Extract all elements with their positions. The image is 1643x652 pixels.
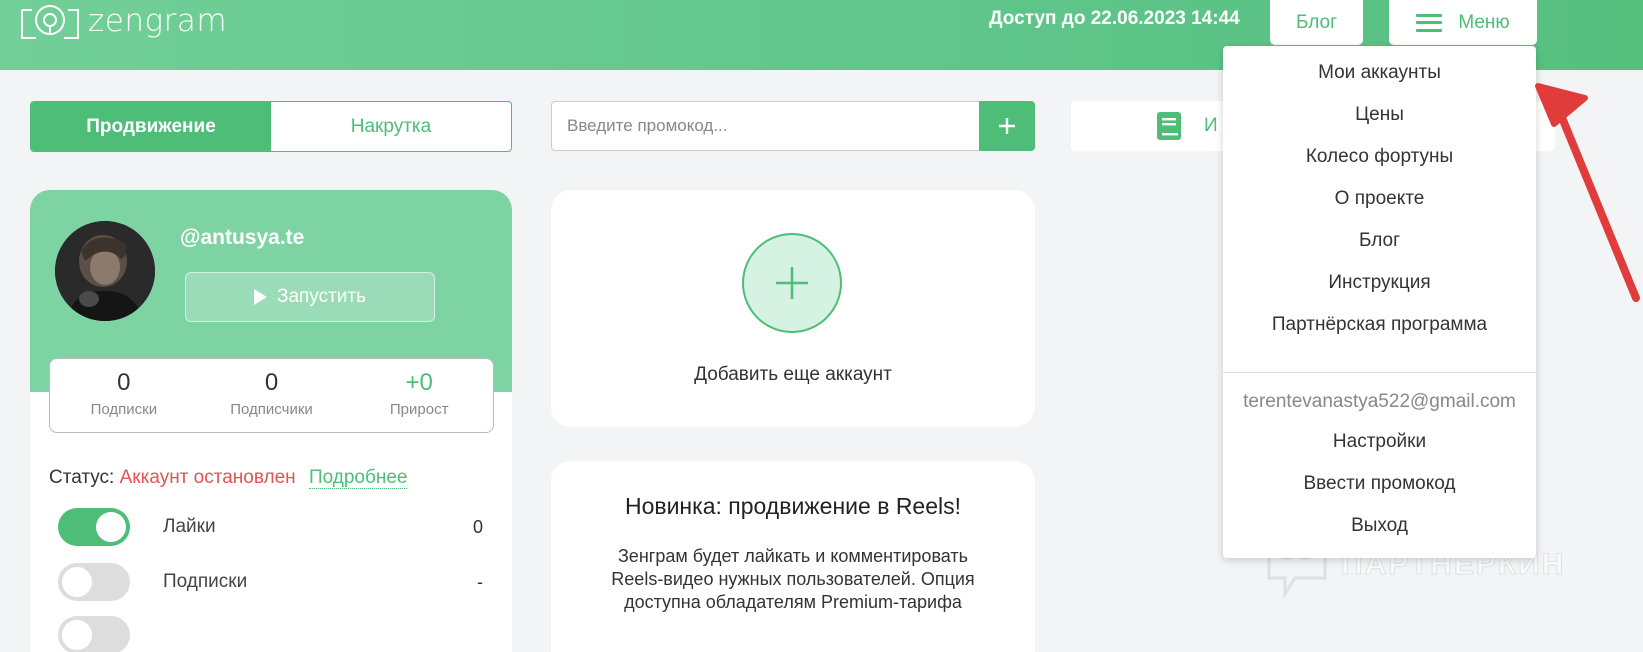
account-status: Статус: Аккаунт остановлен Подробнее	[49, 467, 408, 489]
likes-count: 0	[472, 516, 483, 537]
menu-item-instruction[interactable]: Инструкция	[1223, 272, 1536, 294]
play-icon	[253, 289, 267, 305]
plus-icon	[776, 267, 808, 299]
add-account-button[interactable]	[742, 233, 842, 333]
header-blog-button[interactable]: Блог	[1270, 0, 1363, 45]
stat-followers-label: Подписчики	[230, 401, 313, 418]
likes-toggle[interactable]	[58, 508, 130, 546]
stat-following: 0 Подписки	[50, 359, 198, 432]
add-account-label: Добавить еще аккаунт	[694, 364, 892, 385]
menu-item-settings[interactable]: Настройки	[1223, 431, 1536, 453]
menu-item-logout[interactable]: Выход	[1223, 515, 1536, 537]
stat-followers: 0 Подписчики	[198, 359, 346, 432]
menu-item-fortune-wheel[interactable]: Колесо фортуны	[1223, 146, 1536, 168]
header-menu-button[interactable]: Меню	[1389, 0, 1537, 45]
tab-promotion[interactable]: Продвижение	[31, 102, 271, 151]
menu-item-my-accounts[interactable]: Мои аккаунты	[1223, 62, 1536, 84]
annotation-arrow-icon	[1535, 83, 1640, 302]
header-menu-label: Меню	[1458, 11, 1510, 33]
stat-followers-value: 0	[264, 369, 279, 396]
mode-tabs: Продвижение Накрутка	[30, 101, 512, 152]
news-body: Зенграм будет лайкать и комментировать R…	[611, 546, 975, 612]
toggle-row-follows: Подписки -	[58, 563, 483, 601]
toggle-row-likes: Лайки 0	[58, 508, 483, 546]
avatar[interactable]	[55, 221, 155, 321]
follows-count: -	[477, 571, 483, 592]
stat-following-value: 0	[117, 369, 131, 396]
plus-icon	[999, 118, 1015, 134]
promo-code-input[interactable]	[551, 101, 979, 151]
start-button[interactable]: Запустить	[185, 272, 435, 322]
access-until-text: Доступ до 22.06.2023 14:44	[989, 8, 1240, 29]
logo-text: zengram	[88, 3, 228, 39]
news-title: Новинка: продвижение в Reels!	[624, 493, 962, 519]
header-blog-label: Блог	[1295, 11, 1338, 33]
stat-growth-label: Прирост	[389, 401, 449, 418]
menu-user-email: terentevanastya522@gmail.com	[1243, 391, 1516, 412]
instruction-label: И	[1204, 115, 1218, 136]
add-account-card[interactable]: Добавить еще аккаунт	[551, 190, 1035, 427]
start-button-label: Запустить	[276, 286, 367, 307]
menu-item-enter-promo[interactable]: Ввести промокод	[1223, 473, 1536, 495]
follows-toggle[interactable]	[58, 563, 130, 601]
logo[interactable]: zengram	[20, 0, 227, 42]
stat-growth: +0 Прирост	[345, 359, 493, 432]
menu-divider	[1223, 372, 1536, 373]
tab-boost[interactable]: Накрутка	[271, 102, 511, 151]
account-username: @antusya.te	[180, 226, 305, 249]
likes-toggle-label: Лайки	[163, 516, 216, 537]
next-toggle[interactable]	[58, 616, 130, 652]
account-card: @antusya.te Запустить 0 Подписки 0 Подпи…	[30, 190, 512, 652]
account-stats: 0 Подписки 0 Подписчики +0 Прирост	[49, 358, 494, 433]
status-value: Аккаунт остановлен	[119, 467, 296, 488]
hamburger-icon	[1416, 13, 1443, 32]
stat-growth-value: +0	[405, 369, 433, 396]
camera-logo-icon	[21, 5, 79, 39]
status-more-link[interactable]: Подробнее	[308, 467, 408, 489]
promo-code-form	[551, 101, 1035, 151]
avatar-photo	[55, 221, 155, 321]
stat-following-label: Подписки	[90, 401, 158, 418]
promo-apply-button[interactable]	[979, 101, 1035, 151]
book-icon	[1157, 112, 1181, 140]
follows-toggle-label: Подписки	[163, 571, 248, 592]
menu-item-affiliate[interactable]: Партнёрская программа	[1223, 314, 1536, 336]
news-card: Новинка: продвижение в Reels! Зенграм бу…	[551, 461, 1035, 652]
menu-item-about[interactable]: О проекте	[1223, 188, 1536, 210]
menu-item-blog[interactable]: Блог	[1223, 230, 1536, 252]
menu-item-prices[interactable]: Цены	[1223, 104, 1536, 126]
status-label: Статус:	[49, 467, 115, 488]
main-menu-dropdown: Мои аккаунты Цены Колесо фортуны О проек…	[1223, 46, 1536, 558]
